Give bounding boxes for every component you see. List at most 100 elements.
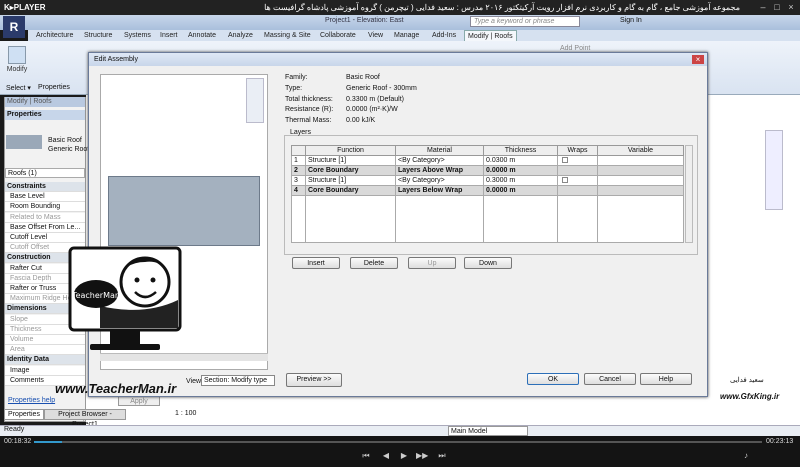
- property-row[interactable]: Base Offset From Le...: [5, 222, 85, 233]
- seek-bar[interactable]: [34, 441, 762, 443]
- layer-thickness[interactable]: 0.3000 m: [483, 175, 558, 186]
- layer-material[interactable]: <By Category>: [395, 155, 484, 166]
- resistance-value: 0.0000 (m²·K)/W: [346, 106, 398, 113]
- tab-analyze[interactable]: Analyze: [228, 30, 253, 41]
- layer-function[interactable]: Core Boundary: [305, 165, 396, 176]
- preview-toggle-button[interactable]: Preview >>: [286, 373, 342, 387]
- empty-cell: [291, 195, 306, 243]
- previous-icon[interactable]: ⏮: [360, 451, 372, 461]
- col-wraps[interactable]: Wraps: [557, 145, 598, 156]
- layer-function[interactable]: Structure [1]: [305, 155, 396, 166]
- tab-architecture[interactable]: Architecture: [36, 30, 73, 41]
- close-icon[interactable]: ×: [786, 2, 796, 12]
- variable-checkbox-cell: [597, 155, 684, 166]
- layer-material[interactable]: Layers Above Wrap: [395, 165, 484, 176]
- layer-thickness[interactable]: 0.0000 m: [483, 185, 558, 196]
- instance-filter-select[interactable]: Roofs (1): [5, 168, 85, 178]
- layer-function[interactable]: Core Boundary: [305, 185, 396, 196]
- layer-function[interactable]: Structure [1]: [305, 175, 396, 186]
- col-variable[interactable]: Variable: [597, 145, 684, 156]
- tab-project-browser[interactable]: Project Browser - Project1: [44, 409, 126, 428]
- revit-app-menu-button[interactable]: R: [3, 16, 25, 38]
- tab-properties[interactable]: Properties: [4, 409, 44, 420]
- tab-manage[interactable]: Manage: [394, 30, 419, 41]
- resistance-label: Resistance (R):: [285, 106, 334, 113]
- minimize-icon[interactable]: –: [758, 2, 768, 12]
- layer-row[interactable]: 4 Core Boundary Layers Below Wrap 0.0000 m: [291, 185, 684, 196]
- property-row[interactable]: Base Level: [5, 192, 85, 203]
- main-model-select[interactable]: Main Model: [448, 426, 528, 436]
- view-scale[interactable]: 1 : 100: [175, 410, 475, 420]
- wraps-checkbox[interactable]: [562, 177, 568, 184]
- tab-structure[interactable]: Structure: [84, 30, 112, 41]
- rewind-icon[interactable]: ◀: [380, 451, 392, 460]
- layers-label: Layers: [290, 129, 312, 136]
- tab-annotate[interactable]: Annotate: [188, 30, 216, 41]
- volume-icon[interactable]: ♪: [740, 451, 752, 460]
- wraps-checkbox[interactable]: [562, 157, 568, 164]
- layer-thickness[interactable]: 0.0000 m: [483, 165, 558, 176]
- family-label: Family:: [285, 74, 308, 81]
- type-preview-swatch: [6, 135, 42, 149]
- property-row[interactable]: Room Bounding: [5, 202, 85, 213]
- layer-row[interactable]: 2 Core Boundary Layers Above Wrap 0.0000 m: [291, 165, 684, 176]
- ribbon-tab-bar: Architecture Structure Systems Insert An…: [28, 30, 800, 42]
- property-group-header[interactable]: Constraints: [5, 182, 85, 192]
- insert-button[interactable]: Insert: [292, 257, 340, 269]
- type-value: Generic Roof - 300mm: [346, 85, 417, 92]
- status-text: Ready: [4, 426, 25, 433]
- add-point-button[interactable]: Add Point: [560, 45, 590, 52]
- tab-massing-site[interactable]: Massing & Site: [264, 30, 311, 41]
- layer-material[interactable]: <By Category>: [395, 175, 484, 186]
- layers-table[interactable]: Function Material Thickness Wraps Variab…: [291, 145, 684, 243]
- layer-number: 3: [291, 175, 306, 186]
- move-up-button[interactable]: Up: [408, 257, 456, 269]
- apply-button[interactable]: Apply: [118, 396, 160, 406]
- empty-cell: [557, 195, 598, 243]
- property-row[interactable]: Related to Mass: [5, 212, 85, 223]
- ok-button[interactable]: OK: [527, 373, 579, 385]
- modify-label: Modify: [6, 66, 28, 73]
- maximize-icon[interactable]: □: [772, 2, 782, 12]
- tab-view[interactable]: View: [368, 30, 383, 41]
- layers-scrollbar[interactable]: [685, 145, 693, 243]
- layer-thickness[interactable]: 0.0300 m: [483, 155, 558, 166]
- col-thickness[interactable]: Thickness: [483, 145, 558, 156]
- status-bar: [0, 425, 800, 436]
- select-dropdown[interactable]: Select ▾: [6, 84, 31, 92]
- gfxking-url: www.GfxKing.ir: [720, 392, 780, 401]
- cancel-button[interactable]: Cancel: [584, 373, 636, 385]
- move-down-button[interactable]: Down: [464, 257, 512, 269]
- search-input[interactable]: Type a keyword or phrase: [470, 16, 580, 27]
- properties-help-link[interactable]: Properties help: [8, 397, 55, 404]
- next-icon[interactable]: ⏭: [436, 451, 448, 461]
- view-select[interactable]: Section: Modify type: [201, 375, 275, 386]
- help-button[interactable]: Help: [640, 373, 692, 385]
- tab-insert[interactable]: Insert: [160, 30, 178, 41]
- layer-number: 2: [291, 165, 306, 176]
- layer-row[interactable]: 3 Structure [1] <By Category> 0.3000 m: [291, 175, 684, 186]
- tab-systems[interactable]: Systems: [124, 30, 151, 41]
- roof-section-preview: [108, 176, 260, 246]
- forward-icon[interactable]: ▶▶: [416, 451, 428, 460]
- navigation-bar[interactable]: [765, 130, 783, 210]
- layer-material[interactable]: Layers Below Wrap: [395, 185, 484, 196]
- tab-collaborate[interactable]: Collaborate: [320, 30, 356, 41]
- ribbon-properties-button[interactable]: Properties: [38, 84, 70, 91]
- type-family-name[interactable]: Basic Roof: [48, 137, 82, 144]
- thermal-mass-value: 0.00 kJ/K: [346, 117, 376, 124]
- play-icon[interactable]: ▶: [398, 451, 410, 460]
- delete-button[interactable]: Delete: [350, 257, 398, 269]
- sign-in-link[interactable]: Sign In: [620, 17, 642, 24]
- modify-button[interactable]: Modify: [6, 44, 28, 84]
- dialog-close-icon[interactable]: ×: [692, 55, 704, 64]
- type-name[interactable]: Generic Roof: [48, 146, 89, 153]
- preview-navigation-wheel[interactable]: [246, 78, 264, 123]
- tab-add-ins[interactable]: Add-Ins: [432, 30, 456, 41]
- breadcrumb: Modify | Roofs: [5, 97, 85, 107]
- empty-cell: [395, 195, 484, 243]
- col-material[interactable]: Material: [395, 145, 484, 156]
- layer-row[interactable]: 1 Structure [1] <By Category> 0.0300 m: [291, 155, 684, 166]
- variable-checkbox-cell: [597, 185, 684, 196]
- col-function[interactable]: Function: [305, 145, 396, 156]
